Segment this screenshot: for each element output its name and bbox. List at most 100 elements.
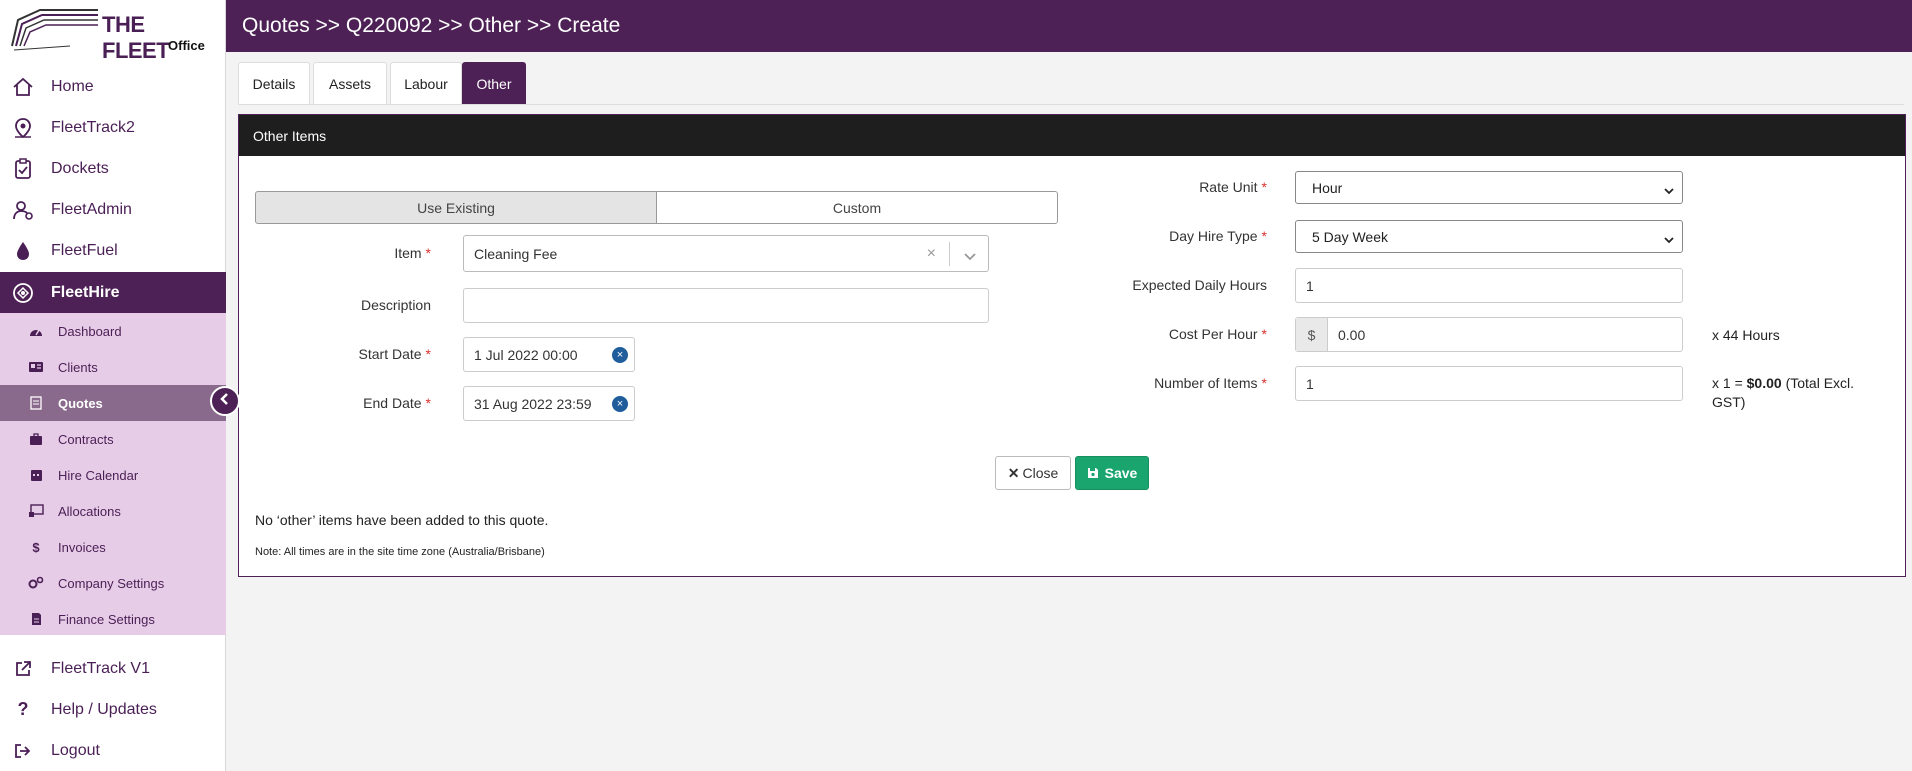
submenu-item-contracts[interactable]: Contracts: [0, 421, 226, 457]
chevron-left-icon: [218, 392, 232, 411]
select-divider: [949, 242, 950, 266]
submenu-item-label: Quotes: [58, 395, 103, 411]
submenu-item-invoices[interactable]: $ Invoices: [0, 529, 226, 565]
logo-subtitle: Office: [168, 38, 205, 53]
fleet-office-logo[interactable]: THE FLEET Office: [10, 6, 210, 63]
sidebar-item-label: FleetTrack V1: [51, 659, 150, 677]
sidebar-item-logout[interactable]: Logout: [0, 730, 226, 771]
page-title: Quotes >> Q220092 >> Other >> Create: [242, 14, 621, 37]
tab-assets[interactable]: Assets: [313, 62, 387, 104]
cost-per-hour-input[interactable]: $ 0.00: [1295, 317, 1683, 352]
number-of-items-label-text: Number of Items: [1154, 375, 1258, 391]
description-label: Description: [360, 297, 431, 313]
end-date-label-text: End Date: [363, 395, 422, 411]
submenu-item-label: Dashboard: [58, 323, 122, 339]
total-suffix-line2: GST): [1712, 394, 1746, 410]
fleethire-submenu: Dashboard Clients Quotes Contracts Hire …: [0, 313, 226, 635]
fleethire-logo-icon: [12, 282, 34, 304]
start-date-input[interactable]: 1 Jul 2022 00:00 ×: [463, 337, 635, 372]
start-date-value: 1 Jul 2022 00:00: [474, 346, 578, 363]
truck-logo-icon: [11, 9, 98, 51]
tab-details[interactable]: Details: [238, 62, 310, 104]
sidebar-item-help-updates[interactable]: ? Help / Updates: [0, 689, 226, 730]
start-date-label: Start Date *: [255, 346, 431, 362]
submenu-item-allocations[interactable]: Allocations: [0, 493, 226, 529]
day-hire-type-value: 5 Day Week: [1312, 228, 1388, 245]
tab-other[interactable]: Other: [462, 62, 526, 104]
question-icon: ?: [17, 699, 29, 719]
rate-unit-label-text: Rate Unit: [1199, 179, 1258, 195]
home-icon: [12, 76, 34, 98]
sidebar-item-label: FleetFuel: [51, 241, 118, 259]
required-marker: *: [1261, 375, 1267, 391]
submenu-item-dashboard[interactable]: Dashboard: [0, 313, 226, 349]
total-amount: $0.00: [1746, 375, 1782, 391]
save-button[interactable]: Save: [1075, 456, 1149, 490]
sidebar-item-fleettrack-v1[interactable]: FleetTrack V1: [0, 648, 226, 689]
required-marker: *: [425, 346, 431, 362]
other-items-panel: Other Items Use Existing Custom Item * Cl…: [238, 114, 1906, 577]
chevron-down-icon: [1664, 182, 1674, 198]
submenu-item-label: Finance Settings: [58, 611, 155, 627]
sidebar-item-label: FleetAdmin: [51, 200, 132, 218]
submenu-item-label: Allocations: [58, 503, 121, 519]
number-of-items-input[interactable]: 1: [1295, 366, 1683, 401]
day-hire-type-label: Day Hire Type *: [1087, 228, 1267, 244]
clear-icon[interactable]: ×: [927, 245, 936, 263]
rate-unit-value: Hour: [1312, 179, 1343, 196]
sidebar-item-label: Logout: [51, 741, 100, 759]
rate-unit-select[interactable]: Hour: [1295, 171, 1683, 204]
tab-labour[interactable]: Labour: [390, 62, 462, 104]
chevron-down-icon: [1664, 231, 1674, 247]
sidebar-item-fleettrack2[interactable]: FleetTrack2: [0, 107, 226, 148]
sidebar-item-home[interactable]: Home: [0, 66, 226, 107]
clear-start-date-icon[interactable]: ×: [612, 347, 628, 363]
submenu-item-quotes[interactable]: Quotes: [0, 385, 226, 421]
sidebar-item-dockets[interactable]: Dockets: [0, 148, 226, 189]
location-pin-icon: [12, 117, 34, 139]
total-prefix: x 1 =: [1712, 375, 1747, 391]
description-input[interactable]: [463, 288, 989, 323]
sidebar-item-fleetadmin[interactable]: FleetAdmin: [0, 189, 226, 230]
day-hire-type-label-text: Day Hire Type: [1169, 228, 1258, 244]
item-label-text: Item: [394, 245, 422, 261]
external-link-icon: [12, 658, 34, 680]
submenu-item-label: Clients: [58, 359, 98, 375]
receipt-icon: [28, 611, 44, 627]
clipboard-check-icon: [12, 157, 34, 180]
collapse-sidebar-button[interactable]: [210, 386, 240, 416]
custom-toggle[interactable]: Custom: [656, 191, 1058, 224]
use-existing-toggle[interactable]: Use Existing: [255, 191, 657, 224]
sidebar-item-fleetfuel[interactable]: FleetFuel: [0, 230, 226, 271]
gauge-icon: [28, 323, 44, 339]
submenu-item-finance-settings[interactable]: Finance Settings: [0, 601, 226, 637]
submenu-item-clients[interactable]: Clients: [0, 349, 226, 385]
submenu-item-hire-calendar[interactable]: Hire Calendar: [0, 457, 226, 493]
required-marker: *: [1261, 326, 1267, 342]
close-button[interactable]: ✕ Close: [995, 456, 1071, 490]
item-label: Item *: [255, 245, 431, 261]
sidebar-item-label: Help / Updates: [51, 700, 157, 718]
end-date-value: 31 Aug 2022 23:59: [474, 395, 592, 412]
item-select[interactable]: Cleaning Fee ×: [463, 235, 989, 272]
sidebar-item-label: FleetHire: [51, 283, 120, 301]
chevron-down-icon[interactable]: [964, 248, 976, 264]
close-button-label: Close: [1022, 465, 1059, 481]
id-card-icon: [28, 359, 44, 375]
day-hire-type-select[interactable]: 5 Day Week: [1295, 220, 1683, 253]
calendar-icon: [28, 467, 44, 483]
sidebar-item-fleethire[interactable]: FleetHire: [0, 272, 226, 313]
tab-divider: [238, 104, 1904, 105]
briefcase-icon: [28, 431, 44, 447]
number-of-items-label: Number of Items *: [1087, 375, 1267, 391]
cost-per-hour-label-text: Cost Per Hour: [1168, 326, 1258, 342]
end-date-input[interactable]: 31 Aug 2022 23:59 ×: [463, 386, 635, 421]
submenu-item-company-settings[interactable]: Company Settings: [0, 565, 226, 601]
expected-daily-hours-input[interactable]: 1: [1295, 268, 1683, 303]
sidebar-item-label: Home: [51, 77, 94, 95]
user-gear-icon: [12, 199, 34, 221]
dollar-icon: $: [32, 539, 40, 555]
sidebar-item-label: Dockets: [51, 159, 109, 177]
clear-end-date-icon[interactable]: ×: [612, 396, 628, 412]
required-marker: *: [425, 395, 431, 411]
